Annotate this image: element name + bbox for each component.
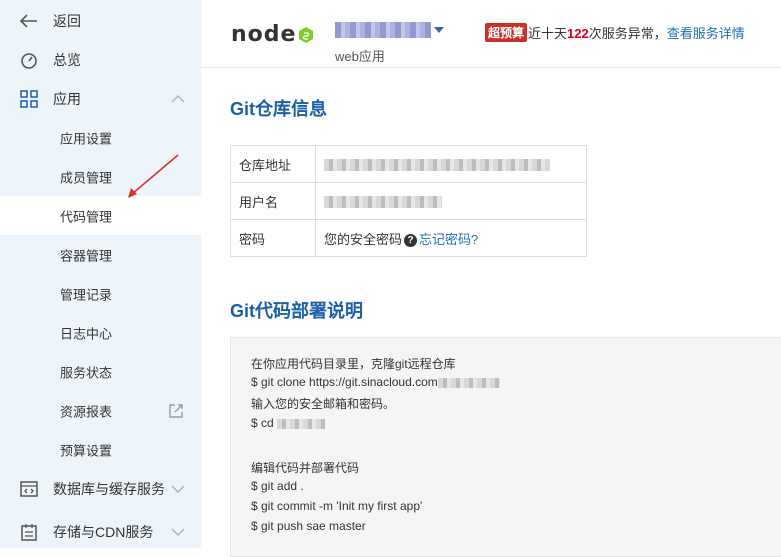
arrow-left-icon <box>20 12 38 30</box>
help-icon[interactable]: ? <box>404 233 418 247</box>
chevron-up-icon <box>171 94 185 103</box>
sidebar-item-members[interactable]: 成员管理 <box>0 157 201 196</box>
forgot-password-link[interactable]: 忘记密码? <box>419 232 478 247</box>
app-label: 应用 <box>53 90 81 107</box>
sidebar-item-logs[interactable]: 日志中心 <box>0 313 201 352</box>
sidebar-item-budget[interactable]: 预算设置 <box>0 430 201 469</box>
blurred-text <box>324 159 550 172</box>
caret-down-icon[interactable] <box>434 27 444 33</box>
table-row: 仓库地址 <box>230 145 587 183</box>
blurred-text <box>324 196 442 209</box>
storage-label: 存储与CDN服务 <box>53 523 154 540</box>
table-row: 用户名 <box>230 182 587 220</box>
deploy-instructions: 在你应用代码目录里，克隆git远程仓库 $ git clone https://… <box>230 337 781 557</box>
nodejs-hex-icon <box>299 27 314 43</box>
table-row: 密码 您的安全密码? 忘记密码? <box>230 219 587 257</box>
repo-url-value[interactable] <box>315 145 587 183</box>
code-line: $ git commit -m 'Init my first app' <box>251 499 423 513</box>
chevron-down-icon <box>171 527 185 536</box>
deploy-title: Git代码部署说明 <box>230 301 363 321</box>
code-line: $ git add . <box>251 479 304 493</box>
back-button[interactable]: 返回 <box>0 1 201 40</box>
password-value: 您的安全密码? 忘记密码? <box>315 219 587 257</box>
username-key: 用户名 <box>230 182 316 220</box>
code-line: 在你应用代码目录里，克隆git远程仓库 <box>251 357 456 371</box>
overview-label: 总览 <box>53 51 81 68</box>
app-type: web应用 <box>335 49 385 64</box>
sidebar-item-reports[interactable]: 资源报表 <box>0 391 201 430</box>
repo-url-key: 仓库地址 <box>230 145 316 183</box>
code-line: 输入您的安全邮箱和密码。 <box>251 397 396 411</box>
sidebar-item-storage[interactable]: 存储与CDN服务 <box>0 512 201 551</box>
password-key: 密码 <box>230 219 316 257</box>
code-line: $ git push sae master <box>251 519 366 533</box>
sidebar-item-app-settings[interactable]: 应用设置 <box>0 118 201 157</box>
sidebar-item-container[interactable]: 容器管理 <box>0 235 201 274</box>
sidebar-item-records[interactable]: 管理记录 <box>0 274 201 313</box>
blurred-text <box>437 377 500 388</box>
sidebar-item-app[interactable]: 应用 <box>0 79 201 118</box>
external-link-icon <box>169 404 183 418</box>
nodejs-logo: node <box>231 22 314 47</box>
app-name-blurred[interactable] <box>335 22 431 38</box>
code-line: 编辑代码并部署代码 <box>251 461 360 475</box>
sidebar-item-status[interactable]: 服务状态 <box>0 352 201 391</box>
sidebar-item-code[interactable]: 代码管理 <box>0 196 201 235</box>
code-line: $ git clone https://git.sinacloud.com <box>251 375 500 389</box>
git-info-table: 仓库地址 用户名 密码 您的安全密码? 忘记密码? <box>230 145 587 257</box>
git-info-title: Git仓库信息 <box>230 99 327 119</box>
app-header: node web应用 超预算 近十天122次服务异常，查看服务详情 <box>201 0 781 68</box>
chevron-down-icon <box>171 484 185 493</box>
username-value[interactable] <box>315 182 587 220</box>
dashboard-icon <box>20 51 38 69</box>
code-line: $ cd <box>251 416 326 430</box>
sidebar-item-overview[interactable]: 总览 <box>0 40 201 79</box>
service-details-link[interactable]: 查看服务详情 <box>667 26 745 41</box>
database-label: 数据库与缓存服务 <box>53 480 165 497</box>
over-budget-badge: 超预算 <box>485 23 528 42</box>
sidebar-item-database[interactable]: 数据库与缓存服务 <box>0 469 201 508</box>
blurred-text <box>277 418 326 429</box>
code-window-icon <box>20 480 38 498</box>
clipboard-icon <box>20 523 38 541</box>
back-label: 返回 <box>53 12 81 29</box>
service-notice: 近十天122次服务异常，查看服务详情 <box>528 26 745 41</box>
sidebar: 返回 总览 应用 应用设置 成员管理 代码管理 容器管理 管理记录 日志中心 服… <box>0 0 201 548</box>
grid-icon <box>20 89 38 108</box>
main-content: node web应用 超预算 近十天122次服务异常，查看服务详情 Git仓库信… <box>201 0 781 557</box>
